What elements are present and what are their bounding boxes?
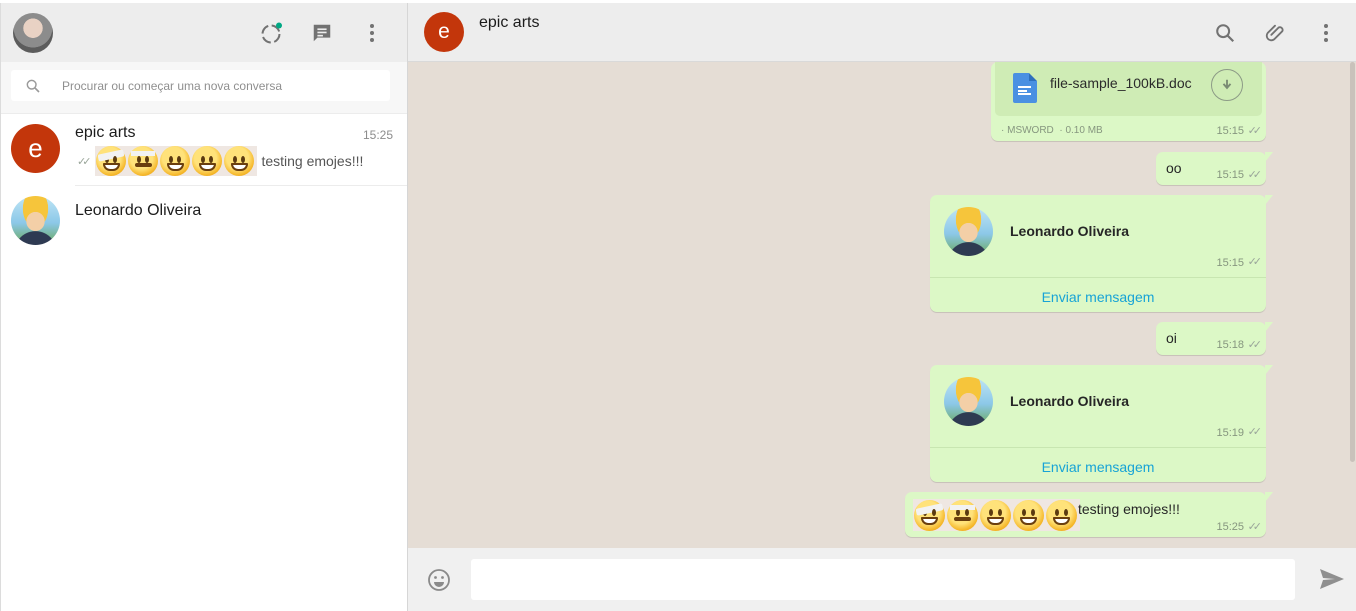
- emoji-icon: [1046, 499, 1077, 531]
- avatar: [11, 196, 60, 245]
- double-tick-icon: ✓✓: [1247, 521, 1263, 533]
- message-list[interactable]: file-sample_100kB.doc · MSWORD · 0.10 MB…: [408, 62, 1356, 548]
- double-tick-icon: ✓✓: [1247, 169, 1263, 181]
- text-message: oi 15:18 ✓✓: [1156, 322, 1273, 355]
- menu-icon[interactable]: [1313, 20, 1339, 46]
- contact-name[interactable]: Leonardo Oliveira: [1010, 223, 1129, 239]
- emoji-group: [913, 499, 1080, 531]
- document-message: file-sample_100kB.doc · MSWORD · 0.10 MB…: [991, 62, 1266, 141]
- chat-preview: ✓✓ testing emojes!!!: [77, 146, 363, 176]
- chat-name: Leonardo Oliveira: [75, 202, 202, 219]
- message-time: 15:18: [1216, 339, 1244, 351]
- message-text: oi: [1166, 330, 1177, 346]
- composer-bar: [408, 548, 1356, 611]
- double-tick-icon: ✓✓: [1247, 426, 1263, 438]
- download-button[interactable]: [1211, 69, 1243, 101]
- emoji-icon: [160, 146, 191, 176]
- send-message-link[interactable]: Enviar mensagem: [930, 459, 1266, 475]
- message-text: testing emojes!!!: [1078, 501, 1180, 517]
- contact-avatar[interactable]: [944, 377, 993, 426]
- search-input[interactable]: [62, 78, 382, 93]
- status-icon[interactable]: [259, 20, 285, 46]
- conversation-title[interactable]: epic arts: [479, 14, 539, 32]
- document-card[interactable]: file-sample_100kB.doc: [995, 62, 1262, 116]
- emoji-icon: [96, 146, 127, 176]
- emoji-icon: [1013, 499, 1044, 531]
- text-message: oo 15:15 ✓✓: [1156, 152, 1273, 185]
- divider: [930, 277, 1266, 278]
- double-tick-icon: ✓✓: [77, 155, 92, 168]
- new-chat-icon[interactable]: [309, 20, 335, 46]
- emoji-icon: [128, 146, 159, 176]
- send-message-link[interactable]: Enviar mensagem: [930, 289, 1266, 305]
- chat-list-item-epic-arts[interactable]: e epic arts 15:25 ✓✓ testing emojes!!!: [1, 114, 407, 186]
- contact-name[interactable]: Leonardo Oliveira: [1010, 393, 1129, 409]
- contact-message: Leonardo Oliveira 15:19 ✓✓ Enviar mensag…: [930, 365, 1273, 482]
- sidebar: e epic arts 15:25 ✓✓ testing emojes!!! L…: [1, 3, 408, 611]
- document-icon: [1013, 73, 1037, 103]
- emoji-row: [913, 499, 1080, 531]
- emoji-icon: [224, 146, 255, 176]
- emoji-icon: [914, 499, 945, 531]
- avatar: e: [11, 124, 60, 173]
- chat-list-item-leonardo-oliveira[interactable]: Leonardo Oliveira: [1, 186, 407, 258]
- emoji-icon: [192, 146, 223, 176]
- contact-message: Leonardo Oliveira 15:15 ✓✓ Enviar mensag…: [930, 195, 1273, 312]
- search-bar: [1, 62, 407, 114]
- preview-text: testing emojes!!!: [261, 153, 364, 169]
- message-time: 15:15: [1216, 257, 1244, 269]
- document-size: 0.10 MB: [1065, 125, 1103, 136]
- chat-name: epic arts: [75, 124, 136, 141]
- contact-avatar[interactable]: [944, 207, 993, 256]
- double-tick-icon: ✓✓: [1247, 125, 1263, 137]
- search-icon: [26, 79, 40, 93]
- whatsapp-web-app: e epic arts 15:25 ✓✓ testing emojes!!! L…: [0, 3, 1356, 611]
- double-tick-icon: ✓✓: [1247, 339, 1263, 351]
- message-input[interactable]: [471, 559, 1295, 600]
- search-box: [11, 70, 390, 101]
- double-tick-icon: ✓✓: [1247, 256, 1263, 268]
- chat-time: 15:25: [362, 128, 393, 142]
- sidebar-header: [1, 3, 407, 62]
- message-scrollbar[interactable]: [1349, 62, 1355, 546]
- message-time: 15:25: [1216, 521, 1244, 533]
- document-filename: file-sample_100kB.doc: [1050, 75, 1192, 91]
- emoji-icon: [980, 499, 1011, 531]
- contact-avatar[interactable]: e: [424, 12, 464, 52]
- send-icon[interactable]: [1319, 568, 1345, 592]
- menu-icon[interactable]: [359, 20, 385, 46]
- emoji-message: testing emojes!!! 15:25 ✓✓: [905, 492, 1273, 537]
- emoji-picker-icon[interactable]: [427, 568, 451, 592]
- document-meta: · MSWORD · 0.10 MB: [1001, 125, 1103, 136]
- attach-icon[interactable]: [1262, 20, 1288, 46]
- message-text: oo: [1166, 160, 1182, 176]
- message-time: 15:19: [1216, 427, 1244, 439]
- my-profile-avatar[interactable]: [13, 13, 53, 53]
- download-icon: [1222, 79, 1232, 90]
- search-icon[interactable]: [1212, 20, 1238, 46]
- document-type: MSWORD: [1007, 125, 1054, 136]
- emoji-icon: [947, 499, 978, 531]
- emoji-preview: [95, 146, 258, 176]
- message-time: 15:15: [1216, 125, 1244, 137]
- conversation-panel: e epic arts file-sample_100kB.doc · MSWO…: [408, 3, 1356, 611]
- conversation-header: e epic arts: [408, 3, 1356, 62]
- message-time: 15:15: [1216, 169, 1244, 181]
- divider: [930, 447, 1266, 448]
